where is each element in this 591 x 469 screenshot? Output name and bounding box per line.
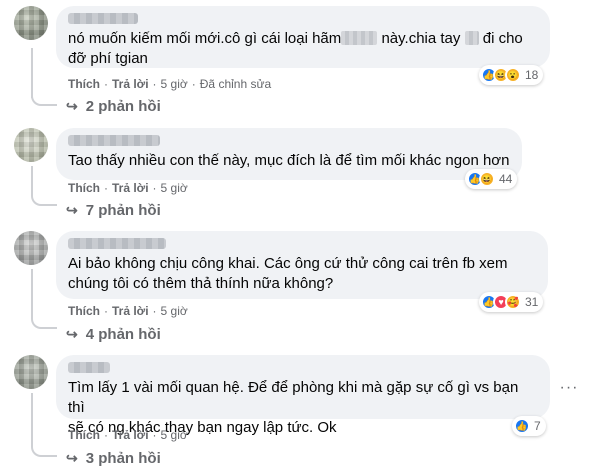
thread-line bbox=[31, 269, 33, 315]
view-replies-link[interactable]: ↪ 3 phản hồi bbox=[66, 450, 161, 467]
comment-bubble: Tao thấy nhiều con thế này, mục đích là … bbox=[56, 128, 522, 180]
separator: · bbox=[104, 428, 108, 442]
thread-line bbox=[31, 393, 33, 443]
comment-bubble: nó muốn kiếm mối mới.cô gì cái loại hãm … bbox=[56, 6, 550, 68]
care-icon: 🥰 bbox=[505, 294, 521, 310]
reaction-summary[interactable]: 👍 😆 44 bbox=[465, 169, 518, 189]
reaction-summary[interactable]: 👍 ♥ 🥰 31 bbox=[479, 292, 544, 312]
separator: · bbox=[191, 77, 196, 91]
reply-button[interactable]: Trả lời bbox=[112, 77, 149, 91]
view-replies-link[interactable]: ↪ 2 phản hồi bbox=[66, 98, 161, 115]
reaction-summary[interactable]: 👍 7 bbox=[512, 416, 546, 436]
comment-actions: Thích · Trả lời · 5 giờ · Đã chỉnh sửa bbox=[68, 77, 271, 91]
thread-connector bbox=[31, 192, 57, 206]
reaction-count: 31 bbox=[525, 295, 539, 309]
author-name-blurred[interactable] bbox=[68, 135, 160, 146]
reaction-count: 18 bbox=[525, 68, 539, 82]
avatar[interactable] bbox=[14, 6, 48, 40]
comment-actions: Thích · Trả lời · 5 giờ bbox=[68, 304, 188, 318]
view-replies-link[interactable]: ↪ 7 phản hồi bbox=[66, 202, 161, 219]
timestamp[interactable]: 5 giờ bbox=[161, 428, 188, 442]
comment-bubble: Ai bảo không chịu công khai. Các ông cứ … bbox=[56, 231, 548, 299]
thread-connector bbox=[31, 92, 57, 106]
separator: · bbox=[152, 77, 157, 91]
reply-button[interactable]: Trả lời bbox=[112, 181, 149, 195]
separator: · bbox=[104, 77, 108, 91]
redacted-text bbox=[464, 31, 479, 45]
reaction-count: 44 bbox=[499, 172, 513, 186]
reply-arrow-icon: ↪ bbox=[66, 202, 78, 218]
comment-actions: Thích · Trả lời · 5 giờ bbox=[68, 428, 188, 442]
avatar[interactable] bbox=[14, 355, 48, 389]
avatar[interactable] bbox=[14, 128, 48, 162]
thread-line bbox=[31, 48, 33, 98]
replies-count: 3 phản hồi bbox=[85, 450, 161, 467]
thread-line bbox=[31, 166, 33, 192]
reply-arrow-icon: ↪ bbox=[66, 326, 78, 342]
like-icon: 👍 bbox=[514, 418, 530, 434]
wow-icon: 😮 bbox=[505, 67, 521, 83]
reply-button[interactable]: Trả lời bbox=[112, 428, 149, 442]
like-button[interactable]: Thích bbox=[68, 428, 100, 442]
comment-text: Ai bảo không chịu công khai. Các ông cứ … bbox=[68, 255, 508, 292]
comment-actions: Thích · Trả lời · 5 giờ bbox=[68, 181, 188, 195]
replies-count: 4 phản hồi bbox=[85, 326, 161, 343]
author-name-blurred[interactable] bbox=[68, 13, 138, 24]
separator: · bbox=[152, 304, 157, 318]
avatar[interactable] bbox=[14, 231, 48, 265]
thread-connector bbox=[31, 315, 57, 329]
reply-button[interactable]: Trả lời bbox=[112, 304, 149, 318]
like-button[interactable]: Thích bbox=[68, 77, 100, 91]
author-name-blurred[interactable] bbox=[68, 238, 166, 249]
separator: · bbox=[104, 304, 108, 318]
haha-icon: 😆 bbox=[479, 171, 495, 187]
replies-count: 2 phản hồi bbox=[85, 98, 161, 115]
reaction-summary[interactable]: 👍 😆 😮 18 bbox=[479, 65, 544, 85]
reply-arrow-icon: ↪ bbox=[66, 450, 78, 466]
timestamp[interactable]: 5 giờ bbox=[161, 77, 188, 91]
redacted-text bbox=[341, 31, 378, 45]
comment-text: nó muốn kiếm mối mới.cô gì cái loại hãm … bbox=[68, 30, 523, 67]
view-replies-link[interactable]: ↪ 4 phản hồi bbox=[66, 326, 161, 343]
author-name-blurred[interactable] bbox=[68, 362, 110, 373]
separator: · bbox=[152, 428, 157, 442]
like-button[interactable]: Thích bbox=[68, 181, 100, 195]
comment-text: Tao thấy nhiều con thế này, mục đích là … bbox=[68, 152, 510, 169]
reaction-count: 7 bbox=[534, 419, 541, 433]
edited-label: Đã chỉnh sửa bbox=[199, 77, 272, 91]
replies-count: 7 phản hồi bbox=[85, 202, 161, 219]
timestamp[interactable]: 5 giờ bbox=[161, 304, 188, 318]
thread-connector bbox=[31, 443, 57, 457]
timestamp[interactable]: 5 giờ bbox=[161, 181, 188, 195]
like-button[interactable]: Thích bbox=[68, 304, 100, 318]
more-options-icon[interactable]: ··· bbox=[557, 378, 581, 402]
reply-arrow-icon: ↪ bbox=[66, 98, 78, 114]
separator: · bbox=[152, 181, 157, 195]
comment-bubble: Tìm lấy 1 vài mối quan hệ. Để để phòng k… bbox=[56, 355, 550, 436]
separator: · bbox=[104, 181, 108, 195]
